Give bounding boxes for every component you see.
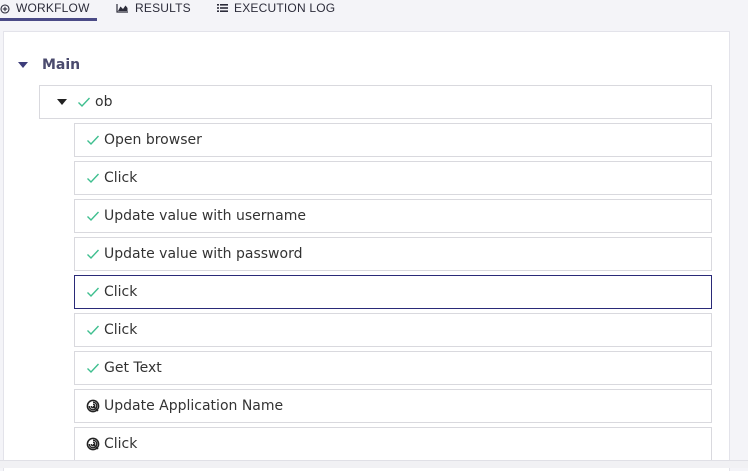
step-label: Click bbox=[104, 170, 138, 186]
area-chart-icon bbox=[116, 1, 129, 13]
step-label: Open browser bbox=[104, 132, 202, 148]
step-label: Click bbox=[104, 284, 138, 300]
step-row[interactable]: Click bbox=[74, 161, 712, 195]
step-row[interactable]: Update value with username bbox=[74, 199, 712, 233]
tab-bar: WORKFLOW RESULTS EXECUTION LOG bbox=[0, 0, 748, 22]
tab-execution-log-label: EXECUTION LOG bbox=[234, 1, 336, 15]
check-icon bbox=[77, 93, 91, 112]
check-icon bbox=[85, 132, 101, 148]
caret-down-icon[interactable] bbox=[18, 62, 28, 68]
check-icon bbox=[85, 208, 101, 224]
step-row[interactable]: Get Text bbox=[74, 351, 712, 385]
caret-down-icon[interactable] bbox=[57, 99, 67, 105]
step-label: Click bbox=[104, 322, 138, 338]
check-icon bbox=[85, 170, 101, 186]
check-icon bbox=[85, 360, 101, 376]
check-icon bbox=[85, 322, 101, 338]
tab-results-label: RESULTS bbox=[135, 1, 191, 15]
step-row[interactable]: Click bbox=[74, 427, 712, 461]
tab-results[interactable]: RESULTS bbox=[116, 0, 191, 20]
tab-execution-log[interactable]: EXECUTION LOG bbox=[217, 0, 335, 20]
step-label: Update Application Name bbox=[104, 398, 284, 414]
check-icon bbox=[85, 284, 101, 300]
step-group-label: ob bbox=[95, 94, 113, 110]
spinner-icon bbox=[85, 436, 101, 452]
step-label: Get Text bbox=[104, 360, 162, 376]
list-icon bbox=[217, 1, 228, 13]
step-row[interactable]: Click bbox=[74, 275, 712, 309]
step-group-ob[interactable]: ob bbox=[39, 85, 712, 119]
tab-workflow[interactable]: WORKFLOW bbox=[0, 0, 90, 20]
step-label: Update value with password bbox=[104, 246, 303, 262]
circle-plus-icon bbox=[0, 1, 10, 14]
step-row[interactable]: Click bbox=[74, 313, 712, 347]
step-label: Click bbox=[104, 436, 138, 452]
step-row[interactable]: Update value with password bbox=[74, 237, 712, 271]
active-tab-indicator bbox=[0, 18, 97, 21]
check-icon bbox=[85, 246, 101, 262]
tab-workflow-label: WORKFLOW bbox=[16, 1, 90, 15]
main-section-toggle[interactable]: Main bbox=[18, 56, 80, 74]
spinner-icon bbox=[85, 398, 101, 414]
step-row[interactable]: Update Application Name bbox=[74, 389, 712, 423]
step-row[interactable]: Open browser bbox=[74, 123, 712, 157]
main-section-label: Main bbox=[42, 57, 81, 73]
step-label: Update value with username bbox=[104, 208, 306, 224]
